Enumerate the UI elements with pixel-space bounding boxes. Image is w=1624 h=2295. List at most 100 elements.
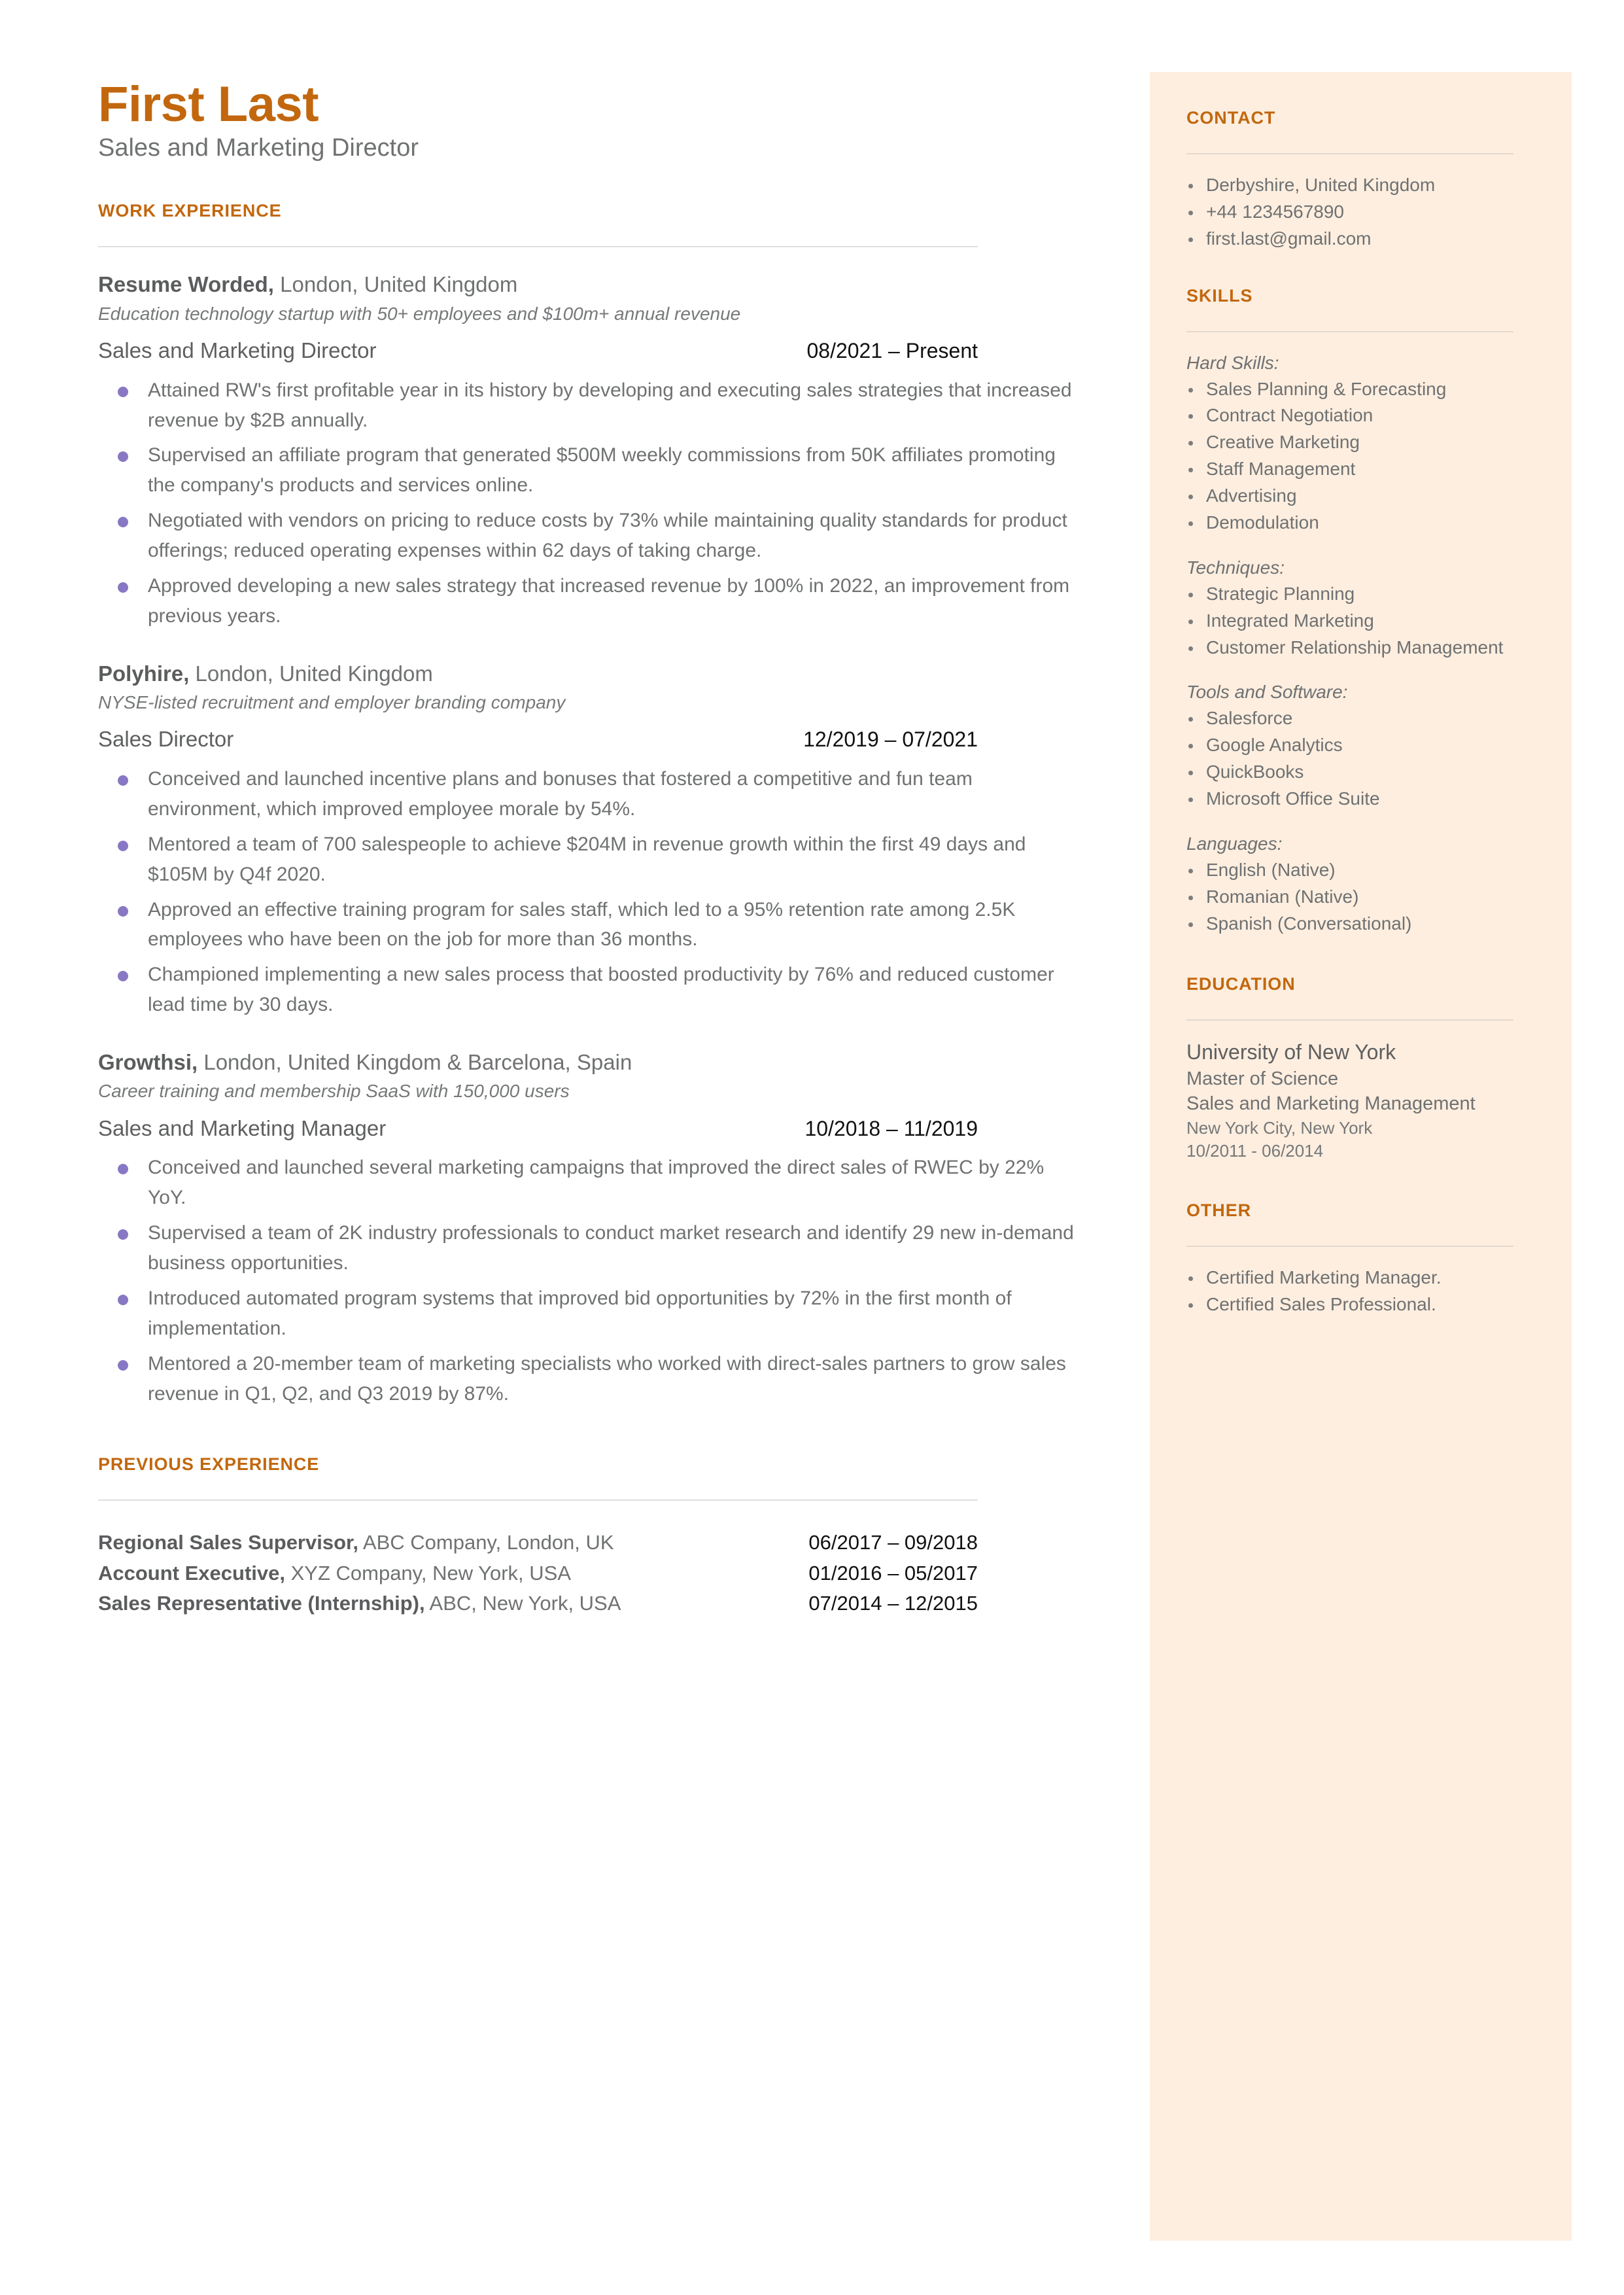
role-dates: 08/2021 – Present bbox=[806, 339, 978, 363]
resume-page: First Last Sales and Marketing Director … bbox=[0, 0, 1624, 2295]
skill-item: Staff Management bbox=[1186, 457, 1535, 482]
section-heading-education: EDUCATION bbox=[1186, 974, 1296, 994]
bullet-dot-icon bbox=[118, 386, 128, 397]
contact-list-wrap: Derbyshire, United Kingdom +44 1234567890… bbox=[1186, 173, 1535, 252]
sidebar: CONTACT Derbyshire, United Kingdom +44 12… bbox=[1150, 72, 1572, 2241]
role-row: Sales and Marketing Director 08/2021 – Pr… bbox=[98, 338, 978, 364]
work-experience-section: WORK EXPERIENCE Resume Worded, London, U… bbox=[98, 201, 1112, 1409]
other-list-wrap: Certified Marketing Manager. Certified Sa… bbox=[1186, 1265, 1535, 1318]
job-bullet: Championed implementing a new sales proc… bbox=[98, 960, 1080, 1020]
previous-experience-row: Sales Representative (Internship), ABC, … bbox=[98, 1590, 978, 1617]
previous-role-dates: 01/2016 – 05/2017 bbox=[808, 1561, 978, 1585]
previous-role-line: Sales Representative (Internship), ABC, … bbox=[98, 1590, 621, 1617]
bullet-dot-icon bbox=[1188, 387, 1193, 393]
skills-group-label: Tools and Software: bbox=[1186, 682, 1348, 703]
jobs-container: Resume Worded, London, United Kingdom Edu… bbox=[98, 271, 1112, 1409]
bullet-dot-icon bbox=[1188, 619, 1193, 624]
skill-item: Creative Marketing bbox=[1186, 430, 1535, 455]
education-entry: University of New York Master of Science… bbox=[1186, 1039, 1535, 1162]
skill-item: Spanish (Conversational) bbox=[1186, 911, 1535, 937]
company-line: Growthsi, London, United Kingdom & Barce… bbox=[98, 1049, 1112, 1076]
skills-group: Languages: English (Native) Romanian (Nati… bbox=[1186, 832, 1535, 937]
bullet-dot-icon bbox=[118, 582, 128, 593]
education-field: Sales and Marketing Management bbox=[1186, 1093, 1476, 1115]
job-bullet: Conceived and launched incentive plans a… bbox=[98, 764, 1080, 824]
previous-role-line: Regional Sales Supervisor, ABC Company, … bbox=[98, 1530, 614, 1556]
skill-item: Customer Relationship Management bbox=[1186, 635, 1535, 661]
previous-role-detail: ABC Company, London, UK bbox=[358, 1531, 614, 1554]
skills-list: Salesforce Google Analytics QuickBooks Micr… bbox=[1186, 706, 1535, 812]
previous-role-title: Account Executive, bbox=[98, 1561, 285, 1585]
skills-group-label: Techniques: bbox=[1186, 557, 1285, 578]
company-name: Growthsi, bbox=[98, 1050, 198, 1075]
bullet-dot-icon bbox=[118, 905, 128, 917]
bullet-dot-icon bbox=[1188, 744, 1193, 749]
previous-experience-list: Regional Sales Supervisor, ABC Company, … bbox=[98, 1530, 1112, 1617]
company-line: Resume Worded, London, United Kingdom bbox=[98, 271, 1112, 298]
skills-group: Hard Skills: Sales Planning & Forecasting… bbox=[1186, 351, 1535, 536]
bullet-dot-icon bbox=[1188, 1303, 1193, 1308]
education-school: University of New York bbox=[1186, 1040, 1396, 1064]
previous-experience-row: Regional Sales Supervisor, ABC Company, … bbox=[98, 1530, 978, 1556]
section-divider bbox=[98, 246, 978, 248]
skills-list: English (Native) Romanian (Native) Spanish… bbox=[1186, 858, 1535, 937]
skill-item: Romanian (Native) bbox=[1186, 885, 1535, 910]
job-bullets: Conceived and launched several marketing… bbox=[98, 1153, 1112, 1409]
role-row: Sales and Marketing Manager 10/2018 – 11/… bbox=[98, 1115, 978, 1142]
skill-item: QuickBooks bbox=[1186, 760, 1535, 785]
bullet-dot-icon bbox=[118, 840, 128, 851]
bullet-dot-icon bbox=[1188, 184, 1193, 188]
contact-list: Derbyshire, United Kingdom +44 1234567890… bbox=[1186, 173, 1535, 252]
job-bullet: Supervised an affiliate program that gen… bbox=[98, 440, 1080, 500]
contact-item: first.last@gmail.com bbox=[1186, 226, 1535, 252]
skills-group: Tools and Software: Salesforce Google Anal… bbox=[1186, 680, 1535, 811]
other-item: Certified Marketing Manager. bbox=[1186, 1265, 1535, 1291]
role-title: Sales and Marketing Manager bbox=[98, 1115, 387, 1140]
education-location: New York City, New York bbox=[1186, 1117, 1373, 1138]
skill-item: Google Analytics bbox=[1186, 733, 1535, 758]
job-bullet: Introduced automated program systems tha… bbox=[98, 1284, 1080, 1344]
skills-groups: Hard Skills: Sales Planning & Forecasting… bbox=[1186, 351, 1535, 937]
bullet-dot-icon bbox=[118, 1294, 128, 1305]
bullet-dot-icon bbox=[1188, 441, 1193, 446]
job-bullets: Conceived and launched incentive plans a… bbox=[98, 764, 1112, 1020]
skills-list: Sales Planning & Forecasting Contract Neg… bbox=[1186, 377, 1535, 536]
bullet-dot-icon bbox=[1188, 521, 1193, 527]
previous-role-dates: 07/2014 – 12/2015 bbox=[808, 1592, 978, 1615]
skill-item: Sales Planning & Forecasting bbox=[1186, 377, 1535, 402]
section-divider bbox=[98, 1499, 978, 1501]
job-bullet: Conceived and launched several marketing… bbox=[98, 1153, 1080, 1213]
bullet-dot-icon bbox=[118, 1359, 128, 1371]
bullet-dot-icon bbox=[1188, 771, 1193, 776]
role-row: Sales Director 12/2019 – 07/2021 bbox=[98, 726, 978, 752]
job-entry: Resume Worded, London, United Kingdom Edu… bbox=[98, 271, 1112, 631]
candidate-headline: Sales and Marketing Director bbox=[98, 133, 419, 162]
section-heading-work-experience: WORK EXPERIENCE bbox=[98, 201, 282, 221]
job-bullet: Negotiated with vendors on pricing to re… bbox=[98, 506, 1080, 566]
section-heading-previous-experience: PREVIOUS EXPERIENCE bbox=[98, 1454, 320, 1475]
role-title: Sales Director bbox=[98, 727, 234, 752]
other-item: Certified Sales Professional. bbox=[1186, 1292, 1535, 1318]
job-bullets: Attained RW's first profitable year in i… bbox=[98, 376, 1112, 631]
company-description: Career training and membership SaaS with… bbox=[98, 1081, 570, 1102]
education-dates: 10/2011 - 06/2014 bbox=[1186, 1140, 1324, 1161]
company-description: NYSE-listed recruitment and employer bra… bbox=[98, 692, 566, 712]
bullet-dot-icon bbox=[1188, 797, 1193, 802]
skills-list: Strategic Planning Integrated Marketing Cu… bbox=[1186, 582, 1535, 661]
role-dates: 12/2019 – 07/2021 bbox=[803, 727, 978, 752]
role-dates: 10/2018 – 11/2019 bbox=[804, 1116, 978, 1140]
bullet-dot-icon bbox=[118, 517, 128, 528]
previous-role-title: Sales Representative (Internship), bbox=[98, 1592, 425, 1615]
job-bullet: Mentored a team of 700 salespeople to ac… bbox=[98, 830, 1080, 890]
contact-item: Derbyshire, United Kingdom bbox=[1186, 173, 1535, 198]
section-heading-skills: SKILLS bbox=[1186, 285, 1253, 306]
bullet-dot-icon bbox=[118, 1164, 128, 1175]
bullet-dot-icon bbox=[1188, 646, 1193, 651]
company-location: London, United Kingdom bbox=[189, 661, 433, 686]
job-bullet: Approved developing a new sales strategy… bbox=[98, 571, 1080, 631]
previous-role-line: Account Executive, XYZ Company, New York… bbox=[98, 1560, 571, 1586]
skills-group-label: Languages: bbox=[1186, 833, 1283, 854]
bullet-dot-icon bbox=[1188, 237, 1193, 242]
bullet-dot-icon bbox=[1188, 868, 1193, 873]
bullet-dot-icon bbox=[1188, 592, 1193, 597]
